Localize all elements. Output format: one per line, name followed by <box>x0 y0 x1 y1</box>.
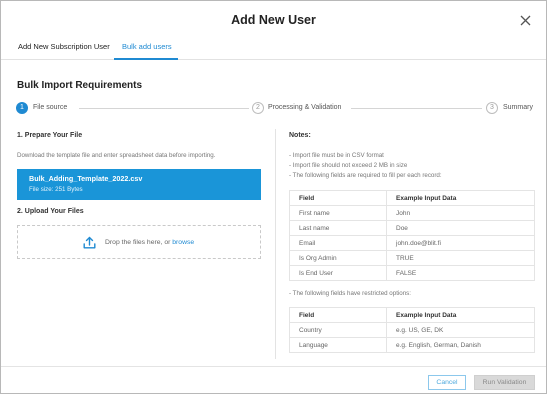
file-drop-zone[interactable]: Drop the files here, or browse <box>17 225 261 259</box>
active-tab-indicator <box>114 58 178 60</box>
step-3-circle: 3 <box>486 102 498 114</box>
example-cell: Doe <box>386 220 535 236</box>
tab-bar: Add New Subscription User Bulk add users <box>1 38 546 60</box>
field-cell: Is End User <box>289 265 387 281</box>
table-row: First name John <box>289 205 535 221</box>
template-file-name: Bulk_Adding_Template_2022.csv <box>29 174 143 183</box>
required-fields-table: Field Example Input Data First name John… <box>289 190 535 281</box>
column-header-field: Field <box>289 307 387 323</box>
step-1-label: File source <box>33 104 68 111</box>
table-row: Is End User FALSE <box>289 265 535 281</box>
stepper: 1 File source 2 Processing & Validation … <box>16 101 534 117</box>
table-row: Language e.g. English, German, Danish <box>289 337 535 353</box>
example-cell: e.g. English, German, Danish <box>386 337 535 353</box>
upload-files-heading: 2. Upload Your Files <box>17 208 84 215</box>
prepare-file-description: Download the template file and enter spr… <box>17 152 216 159</box>
table-row: Is Org Admin TRUE <box>289 250 535 266</box>
close-icon[interactable] <box>520 15 531 26</box>
field-cell: First name <box>289 205 387 221</box>
notes-column: Notes: - Import file must be in CSV form… <box>289 132 535 353</box>
dialog-footer: Cancel Run Validation <box>1 366 546 394</box>
example-cell: TRUE <box>386 250 535 266</box>
restricted-note-line: - The following fields have restricted o… <box>289 290 411 297</box>
drop-zone-label: Drop the files here, or <box>105 239 173 246</box>
notes-heading: Notes: <box>289 132 311 139</box>
note-line: - Import file should not exceed 2 MB in … <box>289 162 408 169</box>
example-cell: john.doe@blit.fi <box>386 235 535 251</box>
field-cell: Language <box>289 337 387 353</box>
column-header-example: Example Input Data <box>386 307 535 323</box>
table-header-row: Field Example Input Data <box>289 307 535 323</box>
tab-bulk-add-users[interactable]: Bulk add users <box>122 42 172 51</box>
step-connector-1 <box>79 108 249 109</box>
browse-link[interactable]: browse <box>172 239 194 246</box>
example-cell: John <box>386 205 535 221</box>
field-cell: Country <box>289 322 387 338</box>
example-cell: e.g. US, GE, DK <box>386 322 535 338</box>
cancel-button[interactable]: Cancel <box>428 375 466 390</box>
step-2-circle: 2 <box>252 102 264 114</box>
upload-icon <box>83 236 96 249</box>
template-file-size: File size: 251 Bytes <box>29 186 83 193</box>
field-cell: Is Org Admin <box>289 250 387 266</box>
prepare-file-heading: 1. Prepare Your File <box>17 132 83 139</box>
field-cell: Last name <box>289 220 387 236</box>
run-validation-button[interactable]: Run Validation <box>474 375 535 390</box>
column-header-example: Example Input Data <box>386 190 535 206</box>
table-header-row: Field Example Input Data <box>289 190 535 206</box>
column-header-field: Field <box>289 190 387 206</box>
note-line: - Import file must be in CSV format <box>289 152 384 159</box>
column-divider <box>275 129 276 359</box>
step-1-circle: 1 <box>16 102 28 114</box>
tab-add-new-subscription-user[interactable]: Add New Subscription User <box>18 42 110 51</box>
table-row: Email john.doe@blit.fi <box>289 235 535 251</box>
section-title: Bulk Import Requirements <box>17 80 143 91</box>
template-download-card[interactable]: Bulk_Adding_Template_2022.csv File size:… <box>17 169 261 200</box>
step-2-label: Processing & Validation <box>268 104 342 111</box>
table-row: Last name Doe <box>289 220 535 236</box>
table-row: Country e.g. US, GE, DK <box>289 322 535 338</box>
step-3-label: Summary <box>503 104 533 111</box>
step-connector-2 <box>351 108 482 109</box>
add-user-dialog: Add New User Add New Subscription User B… <box>0 0 547 394</box>
drop-zone-text: Drop the files here, or browse <box>105 239 194 246</box>
file-column: 1. Prepare Your File Download the templa… <box>17 132 261 259</box>
example-cell: FALSE <box>386 265 535 281</box>
field-cell: Email <box>289 235 387 251</box>
note-line: - The following fields are required to f… <box>289 172 442 179</box>
restricted-fields-table: Field Example Input Data Country e.g. US… <box>289 307 535 353</box>
dialog-title: Add New User <box>231 13 316 27</box>
